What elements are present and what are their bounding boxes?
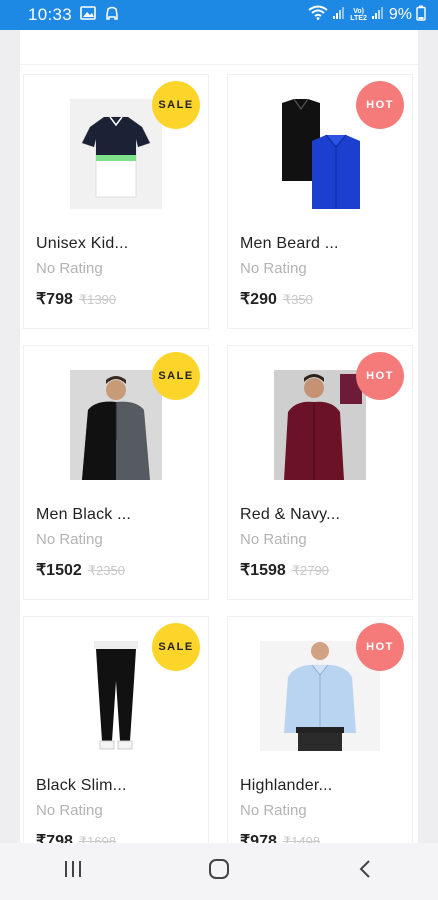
hot-badge: HOT: [356, 352, 404, 400]
back-button[interactable]: [335, 852, 395, 892]
status-bar: 10:33 Vo) LTE2 9%: [0, 0, 438, 30]
sale-badge: SALE: [152, 623, 200, 671]
hoodie-model-image: [70, 370, 162, 480]
polo-tshirt-image: [70, 99, 162, 209]
sale-badge: SALE: [152, 352, 200, 400]
gallery-icon: [80, 5, 96, 25]
product-price: ₹798 ₹1390: [36, 289, 116, 309]
wifi-icon: [308, 5, 328, 25]
recents-icon: [62, 860, 84, 883]
shirts-image: [274, 99, 366, 209]
product-price: ₹1502 ₹2350: [36, 560, 125, 580]
product-price: ₹1598 ₹2790: [240, 560, 329, 580]
original-price: ₹2350: [87, 563, 125, 578]
battery-icon: [416, 5, 426, 26]
product-card[interactable]: HOT Men Beard ... No Rating ₹290 ₹350: [227, 74, 413, 329]
system-nav-bar: [0, 843, 438, 900]
product-name[interactable]: Red & Navy...: [240, 506, 340, 524]
hot-badge: HOT: [356, 623, 404, 671]
product-name[interactable]: Men Beard ...: [240, 235, 339, 253]
original-price: ₹350: [282, 292, 313, 307]
battery-percent: 9%: [388, 6, 412, 23]
sale-badge: SALE: [152, 81, 200, 129]
product-card[interactable]: HOT Highlander... No Rating ₹978 ₹1498: [227, 616, 413, 843]
maroon-shirt-model-image: [274, 370, 366, 480]
product-name[interactable]: Black Slim...: [36, 777, 127, 795]
product-card[interactable]: SALE Unisex Kid... No Rating ₹798 ₹1390: [23, 74, 209, 329]
home-icon: [208, 858, 230, 885]
product-price: ₹978 ₹1498: [240, 831, 320, 843]
product-name[interactable]: Highlander...: [240, 777, 332, 795]
original-price: ₹1498: [282, 834, 321, 843]
previous-row-edge: [20, 30, 418, 65]
product-price: ₹798 ₹1698: [36, 831, 116, 843]
car-icon: [104, 5, 120, 26]
volte-indicator: Vo) LTE2: [350, 8, 367, 22]
sale-price: ₹1598: [240, 562, 286, 579]
product-rating: No Rating: [36, 260, 103, 277]
hot-badge: HOT: [356, 81, 404, 129]
sale-price: ₹798: [36, 833, 73, 843]
back-icon: [358, 859, 372, 884]
product-card[interactable]: SALE Men Black ... No Rating ₹1502 ₹2350: [23, 345, 209, 600]
product-rating: No Rating: [240, 531, 307, 548]
black-trousers-image: [70, 641, 162, 751]
status-time: 10:33: [28, 5, 73, 24]
sale-price: ₹978: [240, 833, 277, 843]
home-button[interactable]: [189, 852, 249, 892]
product-grid[interactable]: SALE Unisex Kid... No Rating ₹798 ₹1390 H…: [20, 30, 418, 843]
signal-icon: [371, 6, 385, 25]
sale-price: ₹290: [240, 291, 277, 308]
original-price: ₹1390: [78, 292, 117, 307]
product-card[interactable]: SALE Black Slim... No Rating ₹798 ₹1698: [23, 616, 209, 843]
product-card[interactable]: HOT Red & Navy... No Rating ₹1598 ₹2790: [227, 345, 413, 600]
original-price: ₹2790: [291, 563, 329, 578]
product-name[interactable]: Men Black ...: [36, 506, 131, 524]
product-price: ₹290 ₹350: [240, 289, 313, 309]
signal-icon: [332, 6, 346, 25]
original-price: ₹1698: [78, 834, 117, 843]
product-rating: No Rating: [240, 260, 307, 277]
sale-price: ₹798: [36, 291, 73, 308]
recents-button[interactable]: [43, 852, 103, 892]
product-rating: No Rating: [36, 531, 103, 548]
sale-price: ₹1502: [36, 562, 82, 579]
product-rating: No Rating: [36, 802, 103, 819]
product-name[interactable]: Unisex Kid...: [36, 235, 128, 253]
product-rating: No Rating: [240, 802, 307, 819]
